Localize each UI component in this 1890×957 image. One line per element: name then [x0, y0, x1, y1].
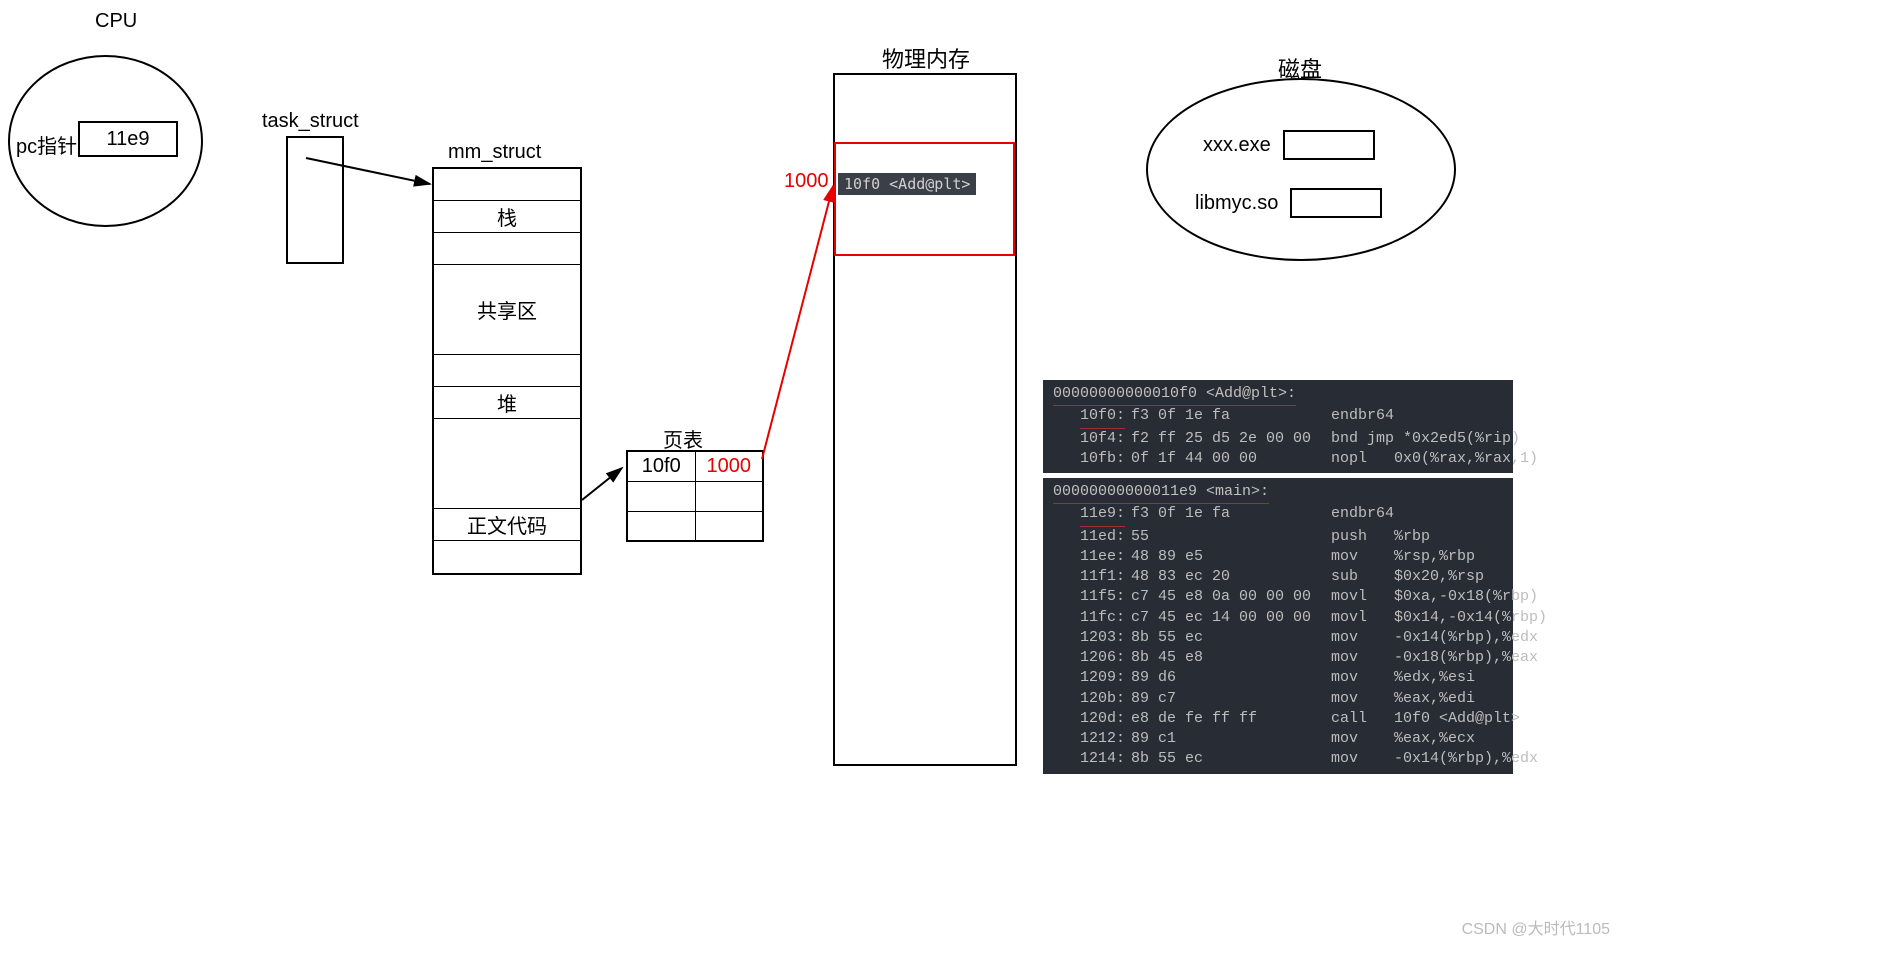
asm-row: 1212:89 c1mov %eax,%ecx — [1053, 729, 1503, 749]
phys-mem-highlight — [834, 142, 1015, 256]
disk-file-2: libmyc.so — [1195, 188, 1382, 218]
asm-plt-header: 00000000000010f0 <Add@plt>: — [1053, 384, 1296, 406]
mm-row — [434, 169, 580, 201]
asm-row: 10f0:f3 0f 1e faendbr64 — [1053, 406, 1503, 428]
disk-file-1-label: xxx.exe — [1203, 134, 1271, 157]
asm-row: 11ee:48 89 e5mov %rsp,%rbp — [1053, 547, 1503, 567]
asm-row: 1206:8b 45 e8mov -0x18(%rbp),%eax — [1053, 648, 1503, 668]
mm-row — [434, 233, 580, 265]
asm-row: 1214:8b 55 ecmov -0x14(%rbp),%edx — [1053, 749, 1503, 769]
page-table-title: 页表 — [663, 424, 703, 453]
asm-main-block: 00000000000011e9 <main>: 11e9:f3 0f 1e f… — [1043, 478, 1513, 774]
page-table: 10f0 1000 — [626, 450, 764, 542]
phys-mem-entry: 10f0 <Add@plt> — [838, 173, 976, 195]
arrow-mm-to-pgtbl — [582, 468, 622, 500]
asm-row: 10fb:0f 1f 44 00 00nopl 0x0(%rax,%rax,1) — [1053, 449, 1503, 469]
pc-pointer-label: pc指针 — [16, 130, 77, 159]
disk-file-1: xxx.exe — [1203, 130, 1375, 160]
asm-plt-block: 00000000000010f0 <Add@plt>: 10f0:f3 0f 1… — [1043, 380, 1513, 473]
mm-row — [434, 419, 580, 509]
task-struct-box — [286, 136, 344, 264]
mm-row-shared: 共享区 — [434, 265, 580, 355]
cpu-title: CPU — [95, 10, 137, 33]
disk-ellipse — [1146, 78, 1456, 261]
mm-row-stack: 栈 — [434, 201, 580, 233]
asm-row: 11e9:f3 0f 1e faendbr64 — [1053, 504, 1503, 526]
asm-row: 1209:89 d6mov %edx,%esi — [1053, 668, 1503, 688]
asm-row: 120b:89 c7mov %eax,%edi — [1053, 689, 1503, 709]
mm-row-heap: 堆 — [434, 387, 580, 419]
pc-pointer-value: 11e9 — [78, 121, 178, 157]
phys-mem-addr-label: 1000 — [784, 170, 829, 193]
watermark: CSDN @大时代1105 — [1462, 915, 1610, 939]
asm-row: 120d:e8 de fe ff ffcall 10f0 <Add@plt> — [1053, 709, 1503, 729]
mm-struct-title: mm_struct — [448, 141, 541, 164]
disk-file-1-box — [1283, 130, 1375, 160]
mm-row-text: 正文代码 — [434, 509, 580, 541]
task-struct-title: task_struct — [262, 110, 359, 133]
disk-file-2-box — [1290, 188, 1382, 218]
page-table-vaddr: 10f0 — [627, 451, 695, 481]
asm-row: 11ed:55push %rbp — [1053, 527, 1503, 547]
page-table-paddr: 1000 — [695, 451, 763, 481]
asm-row: 11fc:c7 45 ec 14 00 00 00movl $0x14,-0x1… — [1053, 608, 1503, 628]
asm-row: 11f1:48 83 ec 20sub $0x20,%rsp — [1053, 567, 1503, 587]
asm-row: 10f4:f2 ff 25 d5 2e 00 00bnd jmp *0x2ed5… — [1053, 429, 1503, 449]
arrow-pgtbl-to-phys — [762, 186, 833, 459]
asm-row: 11f5:c7 45 e8 0a 00 00 00movl $0xa,-0x18… — [1053, 587, 1503, 607]
mm-struct-box: 栈 共享区 堆 正文代码 — [432, 167, 582, 575]
phys-mem-title: 物理内存 — [882, 42, 970, 74]
mm-row — [434, 355, 580, 387]
asm-main-header: 00000000000011e9 <main>: — [1053, 482, 1269, 504]
disk-file-2-label: libmyc.so — [1195, 192, 1278, 215]
asm-row: 1203:8b 55 ecmov -0x14(%rbp),%edx — [1053, 628, 1503, 648]
mm-row — [434, 541, 580, 573]
